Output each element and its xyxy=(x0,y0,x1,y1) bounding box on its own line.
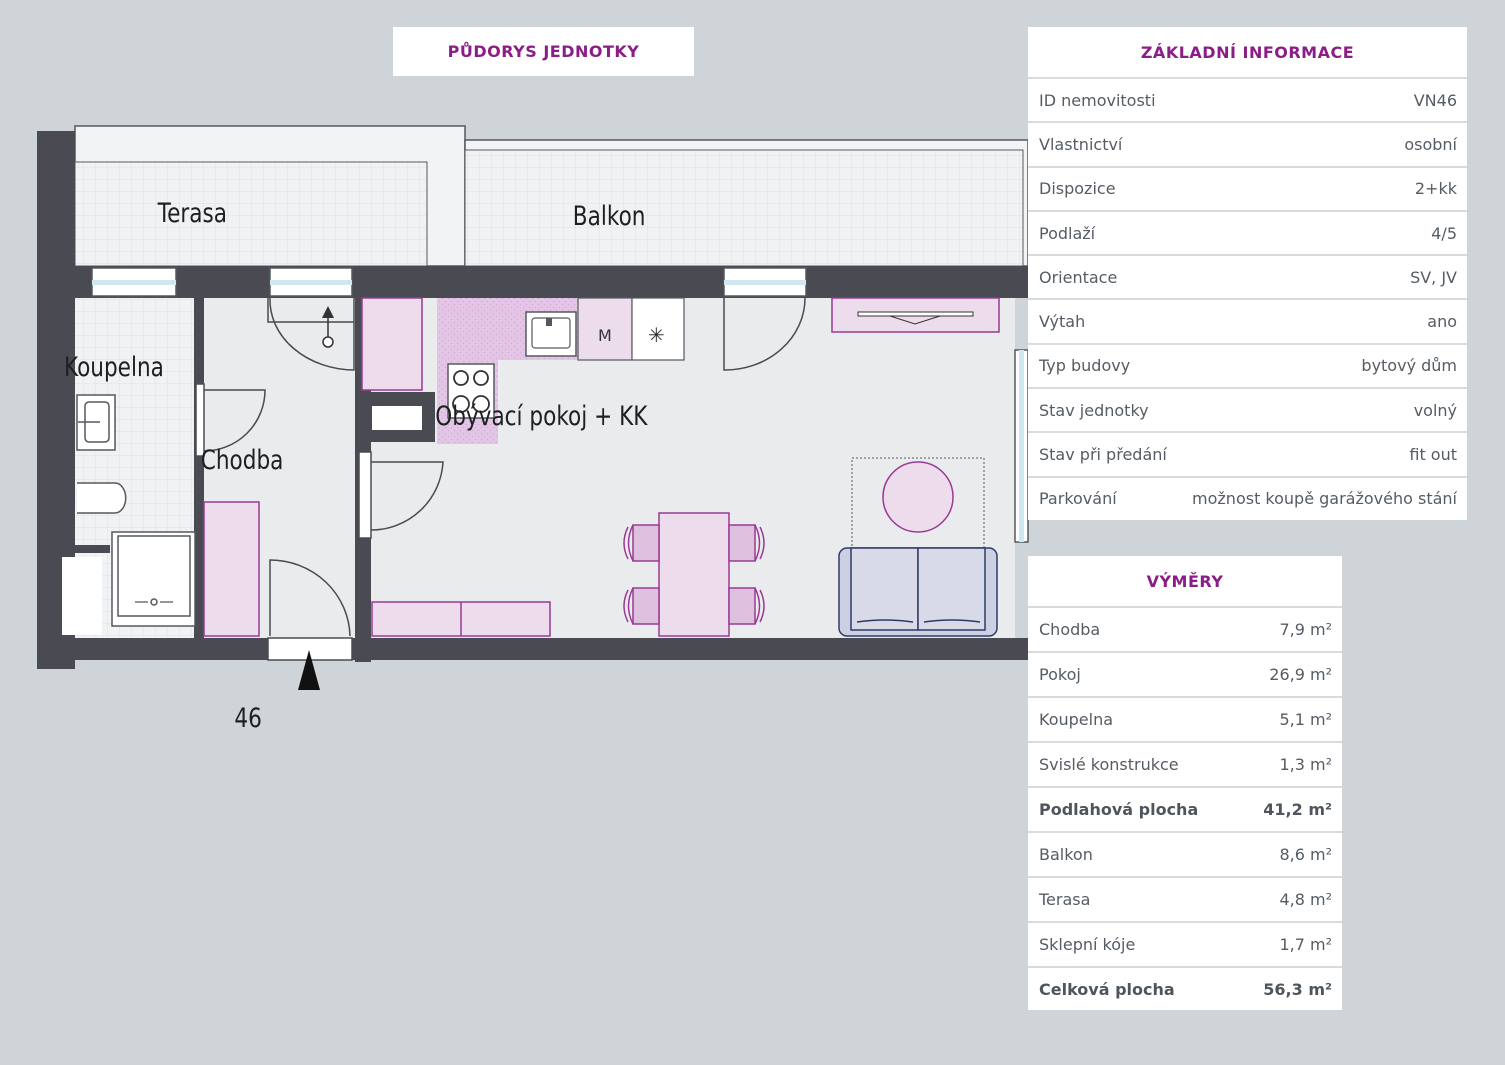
info-row-label: Stav při předání xyxy=(1039,445,1167,465)
unit-number: 46 xyxy=(234,702,261,734)
area-row-label: Podlahová plocha xyxy=(1039,800,1199,819)
info-row-label: Vlastnictví xyxy=(1039,134,1123,154)
area-row-label: Pokoj xyxy=(1039,665,1081,684)
info-row-label: Výtah xyxy=(1039,312,1086,332)
info-row-label: Stav jednotky xyxy=(1039,400,1149,420)
area-row: Sklepní kóje 1,7 m² xyxy=(1028,921,1342,966)
info-row-label: Typ budovy xyxy=(1039,356,1131,376)
area-row-label: Balkon xyxy=(1039,845,1093,864)
info-row-value: možnost koupě garážového stání xyxy=(1192,489,1457,509)
info-row: Výtah ano xyxy=(1028,298,1467,342)
basic-info-header: ZÁKLADNÍ INFORMACE xyxy=(1028,27,1467,77)
area-row: Pokoj 26,9 m² xyxy=(1028,651,1342,696)
area-row-label: Chodba xyxy=(1039,620,1101,639)
bathroom-label: Koupelna xyxy=(64,351,164,383)
terrace xyxy=(74,125,466,267)
info-row-label: Podlaží xyxy=(1039,223,1096,243)
info-row: Orientace SV, JV xyxy=(1028,254,1467,298)
area-row-value: 7,9 m² xyxy=(1279,620,1332,639)
area-row: Podlahová plocha 41,2 m² xyxy=(1028,786,1342,831)
hallway-label: Chodba xyxy=(201,444,284,476)
info-row: Vlastnictví osobní xyxy=(1028,121,1467,165)
area-row: Terasa 4,8 m² xyxy=(1028,876,1342,921)
area-row: Balkon 8,6 m² xyxy=(1028,831,1342,876)
areas-title: VÝMĚRY xyxy=(1146,571,1224,591)
area-row-value: 1,7 m² xyxy=(1279,935,1332,954)
balcony-label: Balkon xyxy=(573,200,646,232)
floorplan-title-box: PŮDORYS JEDNOTKY xyxy=(393,27,694,76)
area-row-value: 4,8 m² xyxy=(1279,890,1332,909)
area-row: Koupelna 5,1 m² xyxy=(1028,696,1342,741)
area-row-label: Terasa xyxy=(1039,890,1091,909)
info-row: Typ budovy bytový dům xyxy=(1028,342,1467,387)
fridge-symbol: ✳ xyxy=(648,323,665,347)
info-row-value: fit out xyxy=(1409,445,1457,465)
terrace-label: Terasa xyxy=(157,197,227,229)
areas-panel: VÝMĚRY Chodba 7,9 m² Pokoj 26,9 m² Koupelna 5… xyxy=(1028,556,1342,1010)
info-row: Stav jednotky volný xyxy=(1028,387,1467,431)
info-row-value: 2+kk xyxy=(1414,179,1457,199)
info-row-label: ID nemovitosti xyxy=(1039,90,1156,110)
area-row-label: Sklepní kóje xyxy=(1039,935,1136,954)
basic-info-title: ZÁKLADNÍ INFORMACE xyxy=(1140,42,1355,62)
area-row: Svislé konstrukce 1,3 m² xyxy=(1028,741,1342,786)
coffee-table xyxy=(882,461,954,533)
info-row: Dispozice 2+kk xyxy=(1028,165,1467,210)
bathroom-niche xyxy=(62,557,102,635)
area-row-value: 1,3 m² xyxy=(1279,755,1332,774)
info-row-value: bytový dům xyxy=(1361,356,1457,376)
info-row: Stav při předání fit out xyxy=(1028,431,1467,475)
info-row: Podlaží 4/5 xyxy=(1028,209,1467,254)
info-row-label: Dispozice xyxy=(1039,179,1116,199)
info-row: ID nemovitosti VN46 xyxy=(1028,77,1467,121)
area-row-label: Celková plocha xyxy=(1039,980,1175,999)
tv-unit xyxy=(831,297,1000,333)
floor-plan: Terasa Balkon Koupelna Chodba Obývací po… xyxy=(37,125,1029,734)
areas-header: VÝMĚRY xyxy=(1028,556,1342,606)
area-row-value: 26,9 m² xyxy=(1269,665,1332,684)
info-row-label: Parkování xyxy=(1039,489,1117,509)
info-row-value: osobní xyxy=(1404,134,1457,154)
info-row-value: 4/5 xyxy=(1431,223,1457,243)
info-row-value: SV, JV xyxy=(1410,267,1457,287)
area-row-value: 5,1 m² xyxy=(1279,710,1332,729)
area-row-value: 41,2 m² xyxy=(1263,800,1332,819)
area-row: Chodba 7,9 m² xyxy=(1028,606,1342,651)
info-row-value: VN46 xyxy=(1413,90,1457,110)
living-room-label: Obývací pokoj + KK xyxy=(435,400,648,432)
basic-info-panel: ZÁKLADNÍ INFORMACE ID nemovitosti VN46 Vla… xyxy=(1028,27,1467,520)
area-row-value: 56,3 m² xyxy=(1263,980,1332,999)
balcony xyxy=(464,139,1029,267)
microwave-symbol: M xyxy=(598,326,612,345)
shaft xyxy=(372,406,422,430)
info-row-value: ano xyxy=(1427,312,1457,332)
sofa xyxy=(838,547,998,637)
area-row-label: Svislé konstrukce xyxy=(1039,755,1179,774)
floorplan-title: PŮDORYS JEDNOTKY xyxy=(447,42,640,61)
area-row: Celková plocha 56,3 m² xyxy=(1028,966,1342,1011)
area-row-label: Koupelna xyxy=(1039,710,1114,729)
info-row-label: Orientace xyxy=(1039,267,1118,287)
area-row-value: 8,6 m² xyxy=(1279,845,1332,864)
info-row: Parkování možnost koupě garážového stání xyxy=(1028,475,1467,520)
info-row-value: volný xyxy=(1413,400,1457,420)
